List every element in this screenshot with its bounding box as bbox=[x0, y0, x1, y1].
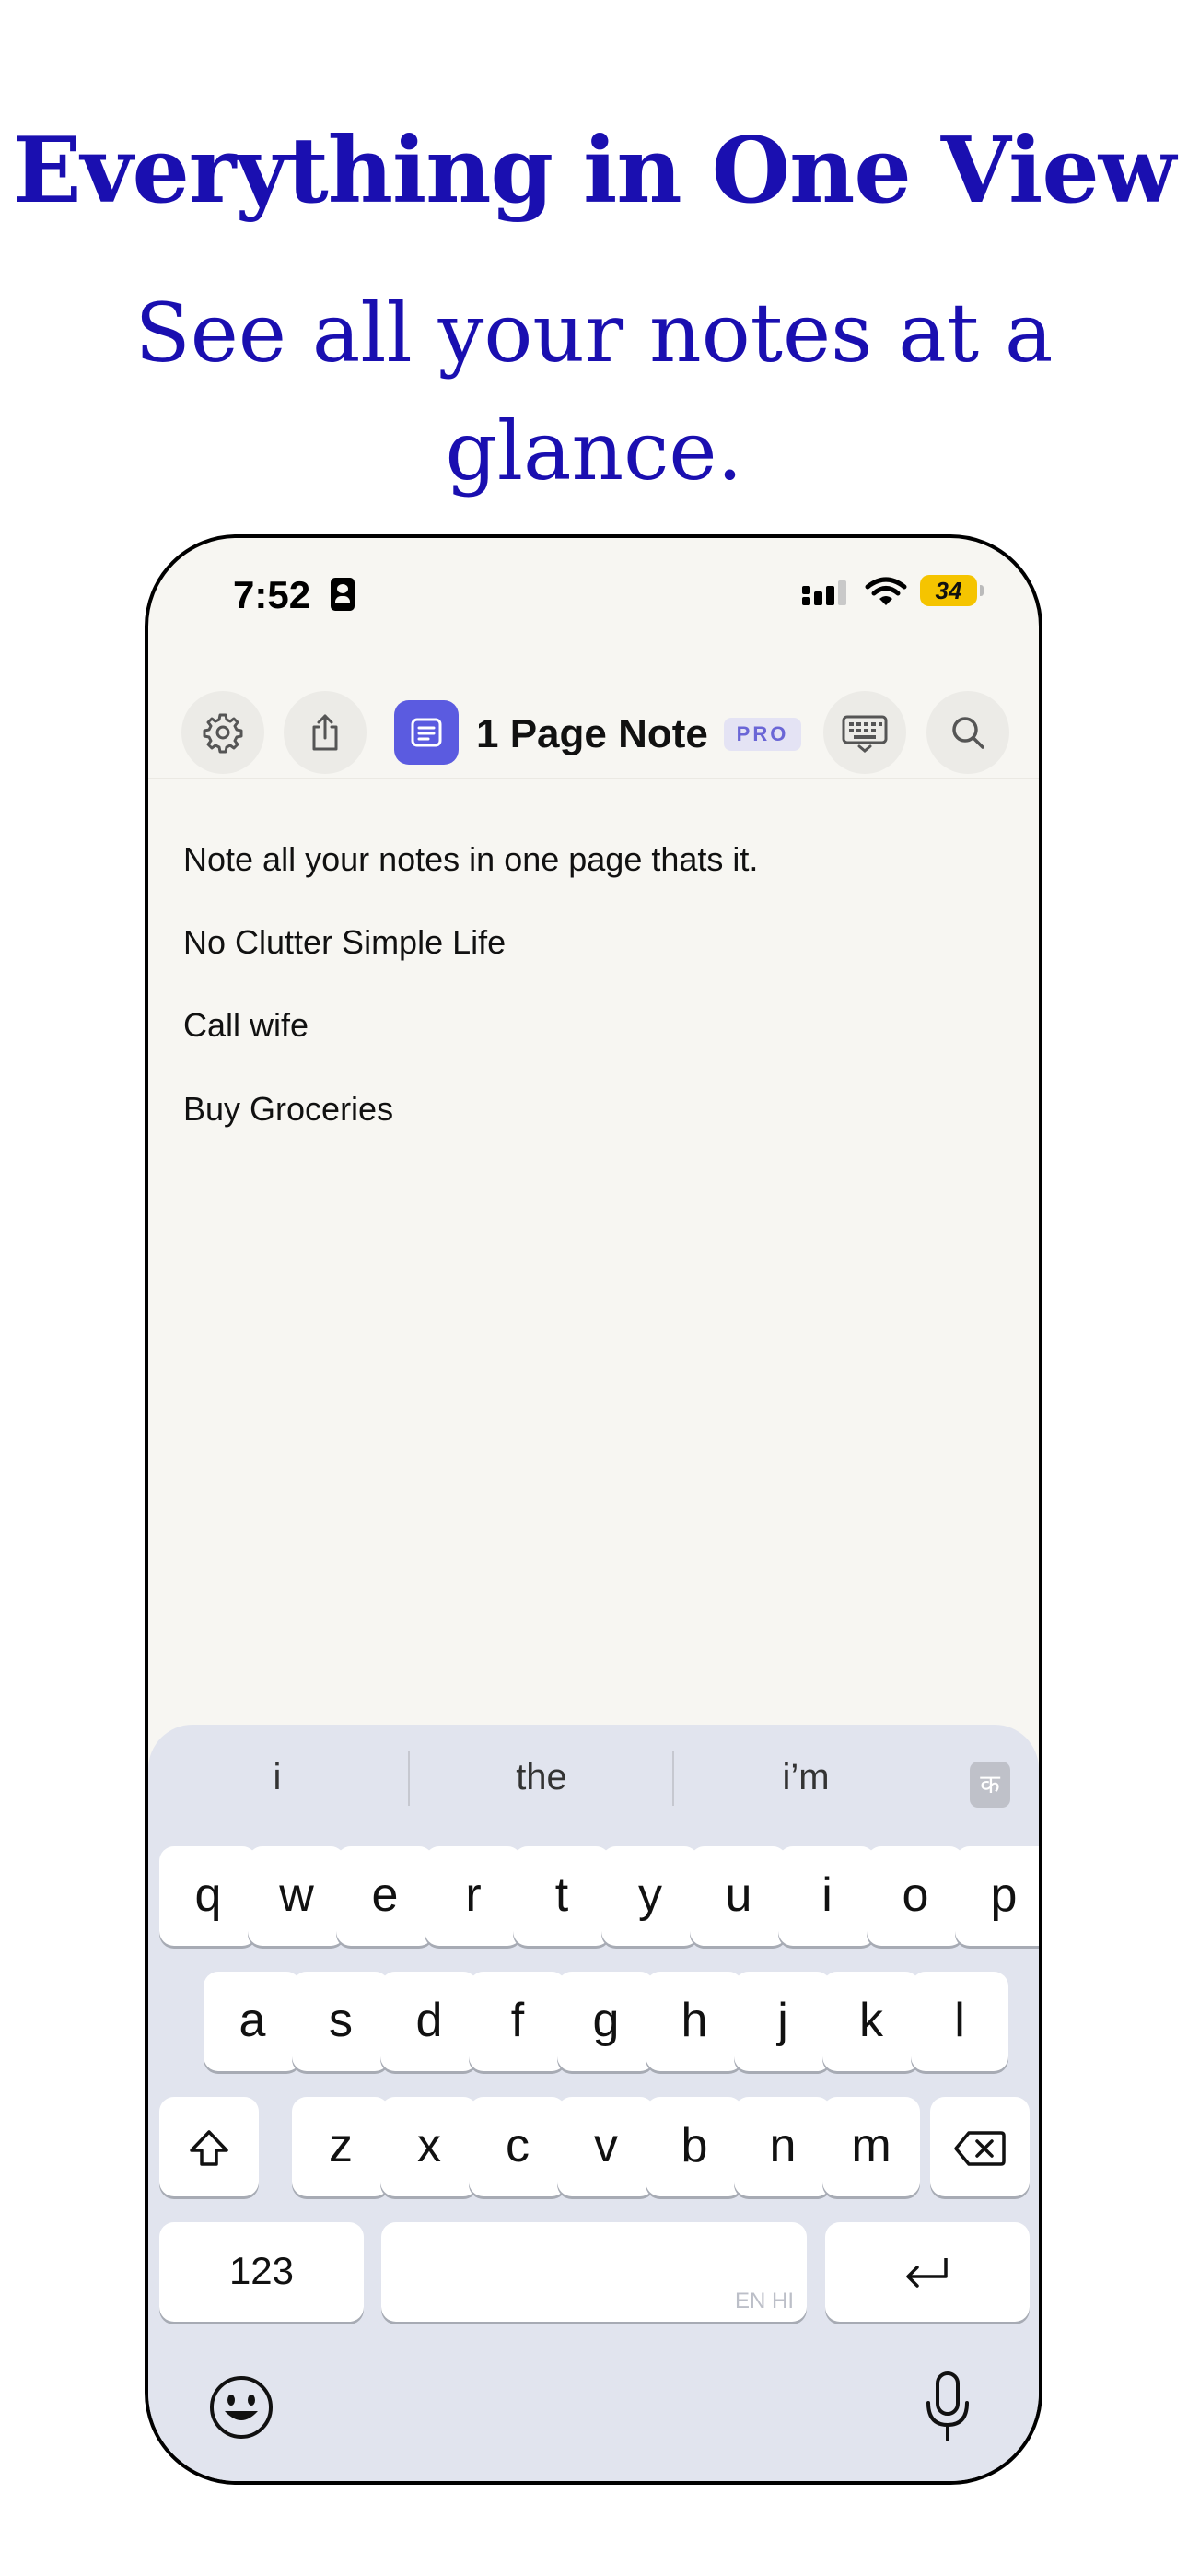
key-a[interactable]: a bbox=[204, 1972, 301, 2071]
key-k[interactable]: k bbox=[822, 1972, 920, 2071]
battery-indicator: 34 bbox=[920, 575, 977, 606]
shift-icon bbox=[190, 2130, 228, 2167]
key-x[interactable]: x bbox=[380, 2097, 478, 2196]
key-b[interactable]: b bbox=[646, 2097, 743, 2196]
suggestion-2[interactable]: the bbox=[413, 1757, 670, 1798]
keyboard-toggle-button[interactable] bbox=[823, 691, 906, 774]
return-key[interactable] bbox=[825, 2222, 1030, 2322]
delete-key[interactable] bbox=[930, 2097, 1030, 2196]
key-d[interactable]: d bbox=[380, 1972, 478, 2071]
search-button[interactable] bbox=[926, 691, 1009, 774]
cellular-signal-icon bbox=[802, 580, 846, 605]
key-j[interactable]: j bbox=[734, 1972, 832, 2071]
emoji-icon bbox=[210, 2376, 273, 2439]
microphone-icon bbox=[926, 2371, 969, 2441]
delete-icon bbox=[954, 2131, 1006, 2167]
microphone-button[interactable] bbox=[922, 2370, 973, 2450]
note-line[interactable]: Note all your notes in one page thats it… bbox=[183, 840, 758, 879]
key-p[interactable]: p bbox=[955, 1846, 1039, 1946]
key-v[interactable]: v bbox=[557, 2097, 655, 2196]
contact-card-icon bbox=[331, 578, 355, 611]
key-n[interactable]: n bbox=[734, 2097, 832, 2196]
numbers-key[interactable]: 123 bbox=[159, 2222, 364, 2322]
app-logo bbox=[394, 700, 459, 765]
keyboard-icon bbox=[842, 715, 888, 753]
emoji-button[interactable] bbox=[208, 2374, 274, 2445]
share-icon bbox=[312, 714, 338, 751]
settings-button[interactable] bbox=[181, 691, 264, 774]
return-icon bbox=[906, 2258, 948, 2289]
key-h[interactable]: h bbox=[646, 1972, 743, 2071]
key-m[interactable]: m bbox=[822, 2097, 920, 2196]
key-i[interactable]: i bbox=[778, 1846, 876, 1946]
status-time: 7:52 bbox=[233, 573, 311, 616]
promo-headline: Everything in One View bbox=[12, 118, 1176, 224]
space-bar[interactable]: EN HI bbox=[381, 2222, 807, 2322]
app-title: 1 Page Note bbox=[476, 711, 708, 756]
shift-key[interactable] bbox=[159, 2097, 259, 2196]
key-q[interactable]: q bbox=[159, 1846, 257, 1946]
note-line[interactable]: No Clutter Simple Life bbox=[183, 923, 506, 962]
note-icon bbox=[411, 718, 442, 747]
status-bar: 7:52 34 bbox=[148, 538, 1039, 649]
note-line[interactable]: Call wife bbox=[183, 1006, 309, 1045]
key-o[interactable]: o bbox=[867, 1846, 964, 1946]
note-line[interactable]: Buy Groceries bbox=[183, 1090, 393, 1129]
key-g[interactable]: g bbox=[557, 1972, 655, 2071]
suggestion-divider bbox=[672, 1751, 674, 1806]
key-e[interactable]: e bbox=[336, 1846, 434, 1946]
gear-icon bbox=[203, 713, 243, 754]
pro-badge[interactable]: PRO bbox=[724, 718, 801, 751]
share-button[interactable] bbox=[284, 691, 367, 774]
promo-subline: See all your notes at a glance. bbox=[134, 286, 1054, 498]
key-f[interactable]: f bbox=[469, 1972, 566, 2071]
hindi-script-key[interactable]: क bbox=[970, 1762, 1010, 1808]
key-y[interactable]: y bbox=[601, 1846, 699, 1946]
suggestion-1[interactable]: i bbox=[148, 1757, 406, 1798]
key-r[interactable]: r bbox=[425, 1846, 522, 1946]
language-hint: EN HI bbox=[734, 2289, 794, 2313]
key-s[interactable]: s bbox=[292, 1972, 390, 2071]
key-w[interactable]: w bbox=[248, 1846, 345, 1946]
key-u[interactable]: u bbox=[690, 1846, 787, 1946]
search-icon bbox=[952, 717, 984, 749]
key-c[interactable]: c bbox=[469, 2097, 566, 2196]
app-toolbar: 1 Page Note PRO bbox=[148, 658, 1039, 779]
key-z[interactable]: z bbox=[292, 2097, 390, 2196]
phone-frame: 7:52 34 1 Page Note PRO Note all your no… bbox=[145, 534, 1042, 2485]
suggestion-divider bbox=[408, 1751, 410, 1806]
on-screen-keyboard: i the i’m क q w e r t y u i o p a s d f … bbox=[148, 1725, 1039, 2481]
key-l[interactable]: l bbox=[911, 1972, 1008, 2071]
wifi-icon bbox=[865, 577, 907, 605]
battery-cap bbox=[980, 585, 984, 596]
key-t[interactable]: t bbox=[513, 1846, 611, 1946]
suggestion-3[interactable]: i’m bbox=[677, 1757, 935, 1798]
